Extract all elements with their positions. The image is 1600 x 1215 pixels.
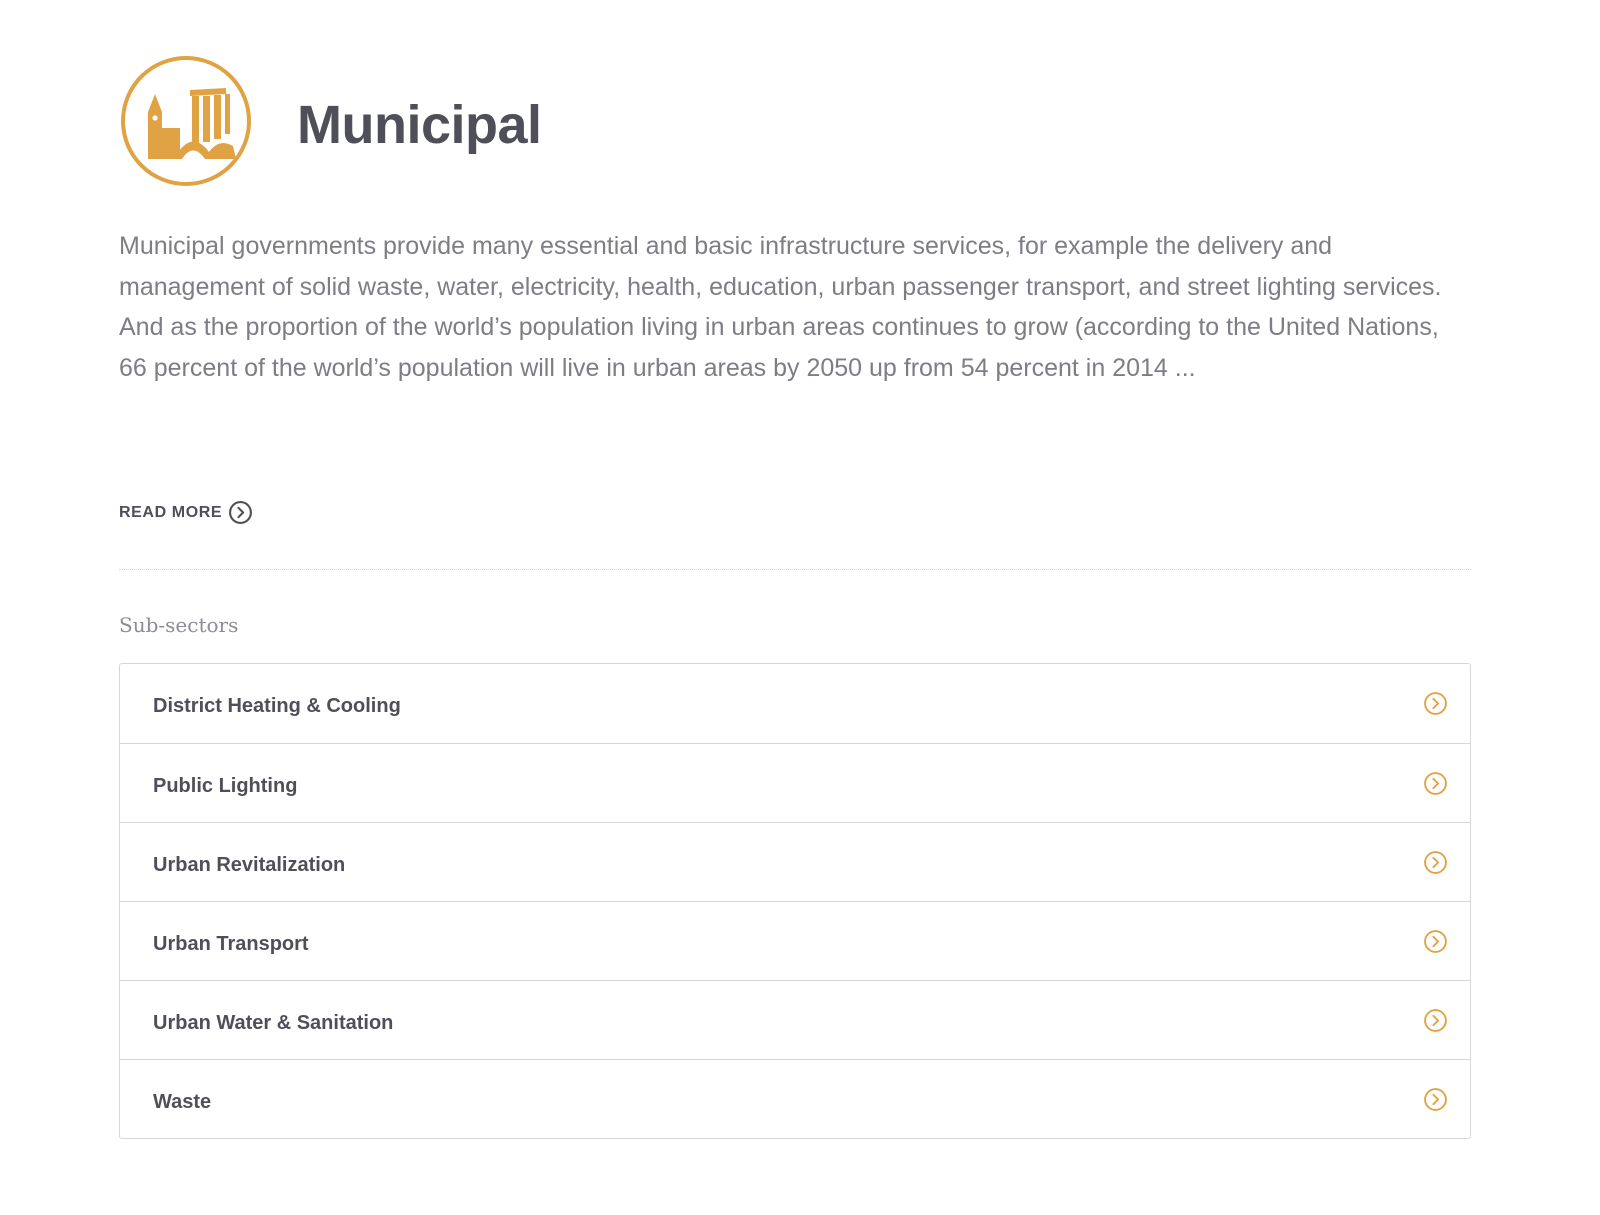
subsector-item-label: Urban Water & Sanitation [153, 1011, 394, 1034]
sector-header: Municipal [119, 54, 542, 188]
subsector-item-label: District Heating & Cooling [153, 695, 401, 717]
subsector-item-urban-revitalization[interactable]: Urban Revitalization [120, 822, 1470, 901]
circle-chevron-right-icon [1424, 850, 1447, 874]
subsector-item-label: Urban Transport [153, 932, 309, 955]
read-more-label: READ MORE [119, 503, 223, 521]
subsectors-heading: Sub-sectors [119, 613, 239, 637]
subsector-item-label: Waste [153, 1090, 212, 1113]
read-more-link[interactable]: READ MORE [119, 500, 253, 525]
circle-chevron-right-icon [1424, 692, 1447, 715]
subsector-item-label: Public Lighting [153, 774, 298, 797]
subsector-item-urban-water-sanitation[interactable]: Urban Water & Sanitation [120, 980, 1470, 1059]
circle-chevron-right-icon [229, 501, 253, 524]
subsector-item-public-lighting[interactable]: Public Lighting [120, 743, 1470, 822]
page-title: Municipal [297, 95, 542, 155]
circle-chevron-right-icon [1424, 1087, 1447, 1111]
subsector-item-district-heating-cooling[interactable]: District Heating & Cooling [120, 664, 1470, 743]
section-divider [119, 569, 1471, 570]
subsectors-list: District Heating & Cooling Public Lighti… [119, 663, 1471, 1139]
municipal-buildings-icon [121, 56, 251, 186]
circle-chevron-right-icon [1424, 929, 1447, 953]
circle-chevron-right-icon [1424, 771, 1447, 795]
sector-description: Municipal governments provide many essen… [119, 232, 1442, 382]
subsector-item-waste[interactable]: Waste [120, 1059, 1470, 1138]
circle-chevron-right-icon [1424, 1008, 1447, 1032]
subsector-item-label: Urban Revitalization [153, 853, 346, 876]
subsector-item-urban-transport[interactable]: Urban Transport [120, 901, 1470, 980]
